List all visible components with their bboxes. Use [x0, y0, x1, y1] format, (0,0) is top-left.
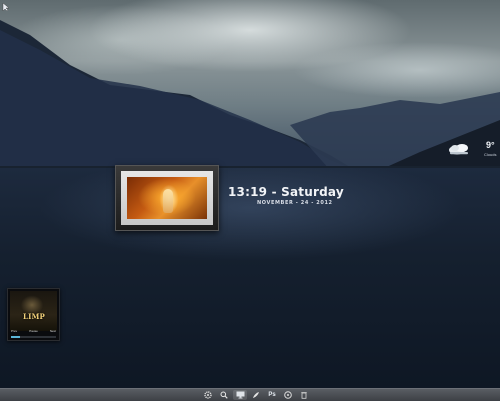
taskbar-item-photoshop[interactable]: Ps — [265, 390, 279, 400]
media-player-widget[interactable]: LIMP Prev Pause Next — [7, 288, 60, 341]
trash-icon — [301, 392, 307, 399]
mountain-range — [0, 20, 500, 180]
taskbar-item-trash[interactable] — [297, 390, 311, 400]
weather-condition: Clouds — [484, 152, 497, 157]
taskbar-item-settings[interactable] — [201, 390, 215, 400]
prev-button[interactable]: Prev — [11, 329, 17, 334]
photoshop-icon: Ps — [268, 392, 276, 398]
taskbar-item-display[interactable] — [233, 390, 247, 400]
media-controls: Prev Pause Next — [11, 329, 56, 334]
clock-time: 13:19 — [228, 185, 268, 199]
clock-separator: - — [271, 185, 277, 199]
photo-frame-widget[interactable] — [115, 165, 219, 231]
gear-icon — [204, 391, 212, 399]
next-button[interactable]: Next — [50, 329, 56, 334]
clock-widget: 13:19 - Saturday NOVEMBER - 24 - 2012 — [228, 185, 344, 206]
taskbar-item-browser[interactable] — [249, 390, 263, 400]
disc-icon — [284, 391, 292, 399]
feather-icon — [253, 392, 259, 398]
arrow-cursor-icon — [2, 2, 10, 12]
photo-figure — [163, 189, 173, 213]
media-progress-fill — [11, 336, 20, 338]
taskbar-item-search[interactable] — [217, 390, 231, 400]
taskbar-item-media[interactable] — [281, 390, 295, 400]
clock-date: NOVEMBER - 24 - 2012 — [257, 200, 333, 206]
monitor-icon — [236, 391, 244, 399]
clock-time-line: 13:19 - Saturday — [228, 185, 344, 199]
corner-cursor-icon[interactable] — [1, 2, 11, 12]
weather-temperature: 9° — [486, 140, 495, 150]
media-progress-bar[interactable] — [11, 336, 56, 338]
angel-photo — [127, 177, 207, 219]
taskbar: Ps — [0, 388, 500, 401]
magnifier-icon — [220, 391, 228, 399]
weather-widget[interactable]: 9° Clouds — [448, 140, 498, 162]
cloudy-weather-icon — [449, 144, 468, 155]
photo-mat — [121, 171, 213, 225]
taskbar-dock: Ps — [200, 389, 312, 401]
album-title: LIMP — [22, 312, 45, 321]
album-art: LIMP — [10, 291, 57, 331]
pause-button[interactable]: Pause — [29, 329, 38, 334]
clock-day: Saturday — [281, 185, 344, 199]
